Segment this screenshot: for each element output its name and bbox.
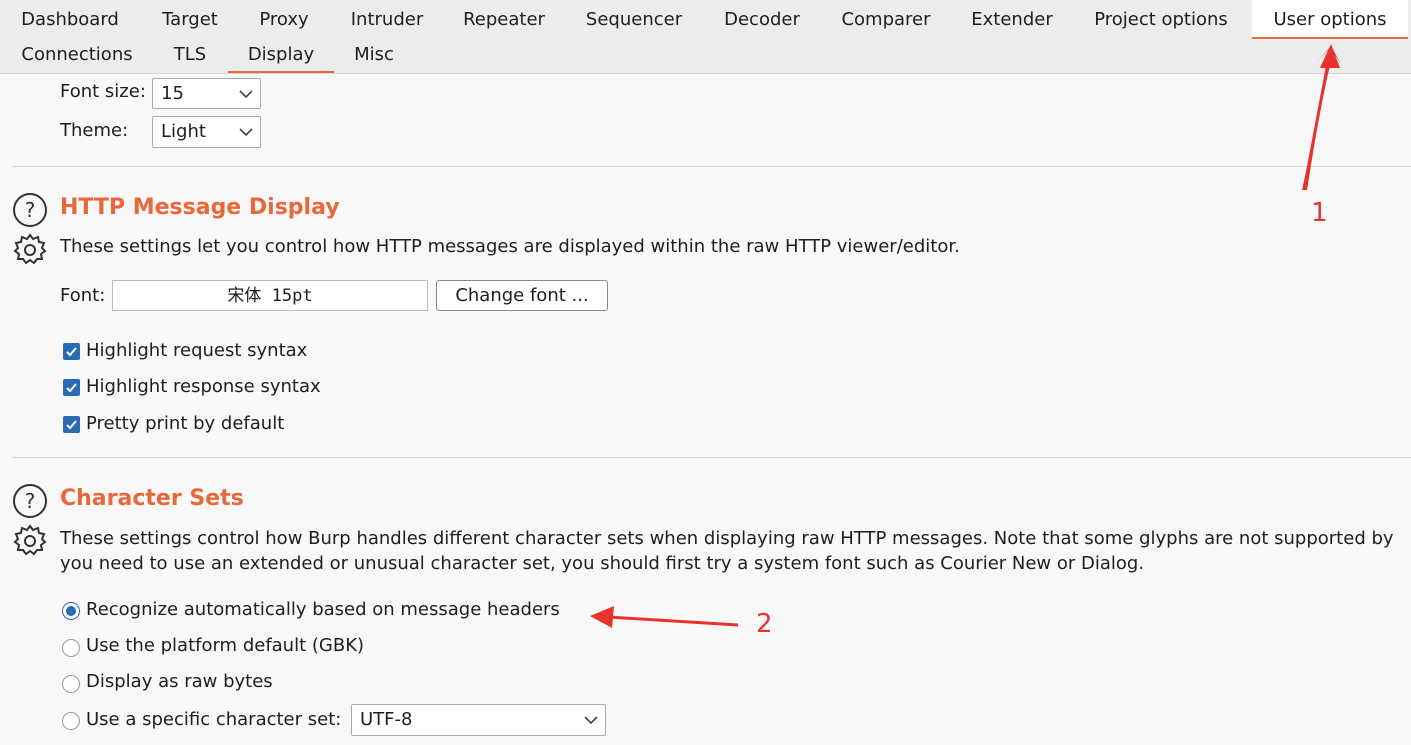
annotation-number-two: 2 [756, 609, 773, 639]
arrow-annotation [1302, 44, 1341, 191]
annotation-overlay [590, 44, 1341, 628]
arrow-annotation [590, 606, 739, 628]
annotation-number-one: 1 [1311, 198, 1328, 228]
